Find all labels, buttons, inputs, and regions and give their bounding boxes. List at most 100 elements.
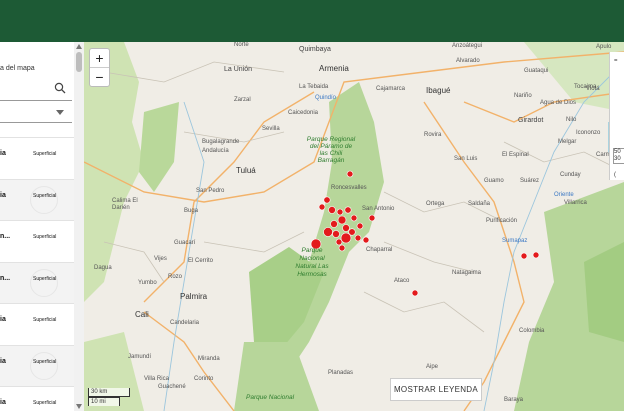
zoom-out-button[interactable]: − xyxy=(90,68,109,86)
map-label: Norte xyxy=(234,42,249,48)
map-label: Aipe xyxy=(426,364,439,370)
depth-badge: Superficial xyxy=(33,275,57,282)
map-label: Vijes xyxy=(154,256,167,262)
map-label: Yumbo xyxy=(138,280,157,286)
map-label: Cali xyxy=(135,310,149,319)
map-label: Roncesvalles xyxy=(331,185,367,191)
depth-badge: Superficial xyxy=(33,234,57,240)
depth-badge: Superficial xyxy=(33,358,57,365)
map-label: San Pedro xyxy=(196,188,225,194)
map-label: Parque Regional del Páramo de las Chili … xyxy=(306,136,356,164)
search-field[interactable] xyxy=(0,80,72,101)
list-item[interactable]: ia Superficial xyxy=(0,178,74,220)
depth-badge: Superficial xyxy=(33,192,57,199)
map-label: Sumapaz xyxy=(502,238,528,244)
map-label: Parque Nacional Natural Las Hermosas xyxy=(295,247,329,278)
map-label: Guamo xyxy=(484,178,504,184)
scroll-thumb[interactable] xyxy=(76,52,82,72)
map-label: Caicedonia xyxy=(288,110,319,116)
list-item-name: ia xyxy=(0,357,6,365)
map-label: Anzoátegui xyxy=(452,43,483,49)
depth-badge: Superficial xyxy=(33,400,57,406)
map-label: Girardot xyxy=(518,117,544,124)
map-label: Buga xyxy=(184,208,199,214)
map-label: Viotá xyxy=(586,86,600,92)
map-label: Villarrica xyxy=(564,200,587,206)
side-control-bottom[interactable]: ( xyxy=(614,172,616,178)
side-control-mid: 50 xyxy=(614,149,621,155)
map-label: Rovira xyxy=(424,132,442,138)
show-legend-button[interactable]: MOSTRAR LEYENDA xyxy=(390,378,482,401)
map-label: Bugalagrande xyxy=(202,139,240,145)
map-label: Agua de Dios xyxy=(540,100,577,106)
list-item-name: ia xyxy=(0,191,6,199)
map-label: San Antonio xyxy=(362,206,395,212)
map-label: Cajamarca xyxy=(376,86,406,92)
scale-bar: 30 km 10 mi xyxy=(88,388,130,406)
list-item[interactable]: ia Superficial xyxy=(0,344,74,386)
map-label: Quindío xyxy=(315,95,337,101)
badge-circle xyxy=(30,351,58,380)
scroll-up-arrow-icon[interactable] xyxy=(76,44,82,49)
list-item-name: ia xyxy=(0,316,6,323)
list-item-name: n... xyxy=(0,274,11,282)
scale-mi: 10 mi xyxy=(88,397,120,406)
depth-badge: Superficial xyxy=(33,151,57,157)
map-label: Andalucía xyxy=(202,148,229,154)
map-base xyxy=(84,42,624,411)
side-control-top[interactable]: = xyxy=(614,58,618,64)
zoom-control: + − xyxy=(89,48,110,87)
sidebar-scrollbar[interactable] xyxy=(74,42,84,411)
map-label: Melgar xyxy=(558,139,577,145)
list-item[interactable]: ia Superficial xyxy=(0,303,74,345)
scroll-down-arrow-icon[interactable] xyxy=(76,404,82,409)
map-label: Guachené xyxy=(158,384,186,390)
map-label: Purificación xyxy=(486,218,518,224)
side-control-mid2: 30 xyxy=(614,156,621,162)
map-label: Nariño xyxy=(514,93,532,99)
map-label: Palmira xyxy=(180,292,208,301)
map-label: La Unión xyxy=(224,66,253,73)
map-label: Rozo xyxy=(168,274,183,280)
event-list: ia Superficial ia Superficial n... Super… xyxy=(0,137,74,411)
map-label: Villa Rica xyxy=(144,376,169,382)
map-label: Parque Nacional xyxy=(246,394,295,401)
filter-select[interactable] xyxy=(0,106,72,123)
map-label: Armenia xyxy=(319,64,349,73)
map-label: Saldaña xyxy=(468,201,491,207)
list-item-name: ia xyxy=(0,150,6,157)
map-label: Ortega xyxy=(426,201,445,207)
list-item[interactable]: ia Superficial xyxy=(0,137,74,179)
list-item[interactable]: ia Superficial xyxy=(0,386,74,411)
map-label: Miranda xyxy=(198,356,220,362)
search-icon[interactable] xyxy=(54,82,66,94)
map-label: Icononzo xyxy=(576,130,601,136)
map-view[interactable]: Norte Quimbaya Anzoátegui Alvarado Guata… xyxy=(84,42,624,411)
badge-circle xyxy=(30,185,58,214)
map-label: Planadas xyxy=(328,370,354,376)
map-label: Candelaria xyxy=(170,320,200,326)
map-label: Dagua xyxy=(94,265,112,271)
map-label: Guacarí xyxy=(174,240,196,246)
sidebar: a del mapa ia Superficial ia Superficial… xyxy=(0,42,85,411)
list-item[interactable]: n... Superficial xyxy=(0,220,74,262)
scale-km: 30 km xyxy=(88,388,130,397)
map-label: Calima El Darién xyxy=(112,198,138,211)
map-label: Quimbaya xyxy=(299,46,331,53)
side-control-bar: 50 30 xyxy=(613,148,624,164)
side-control-panel[interactable]: = 50 30 ( xyxy=(609,52,624,180)
map-label: Ataco xyxy=(394,278,410,284)
map-label: Colombia xyxy=(519,328,545,334)
list-item-name: n... xyxy=(0,233,11,240)
list-item[interactable]: n... Superficial xyxy=(0,261,74,303)
map-label: Cunday xyxy=(560,172,581,178)
sidebar-note: a del mapa xyxy=(0,65,35,72)
map-label: Apulo xyxy=(596,44,612,50)
map-label: San Luis xyxy=(454,156,478,162)
map-label: Alvarado xyxy=(456,58,480,64)
map-label: Corinto xyxy=(194,376,214,382)
map-label: Sevilla xyxy=(262,126,280,132)
zoom-in-button[interactable]: + xyxy=(90,49,109,68)
map-label: Zarzal xyxy=(234,97,251,103)
map-label: Ibagué xyxy=(426,86,451,95)
